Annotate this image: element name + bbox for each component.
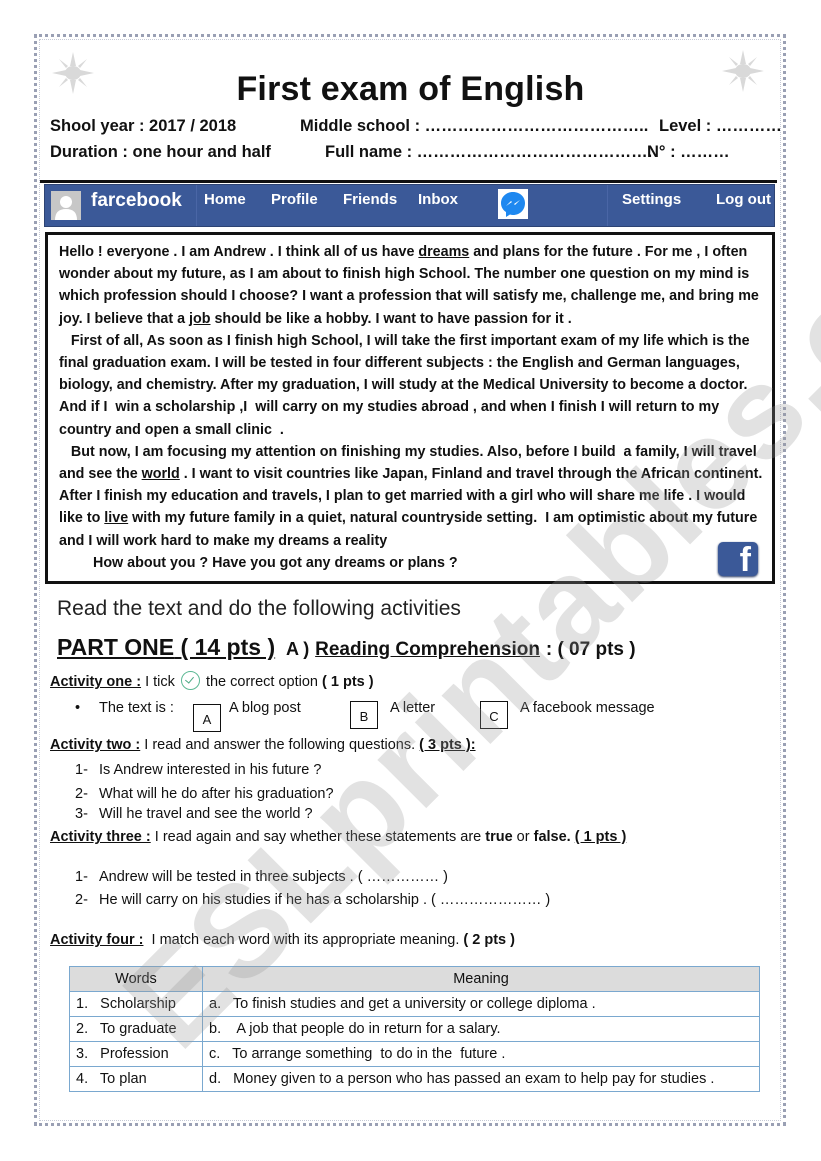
option-box-b[interactable]: B xyxy=(350,701,378,729)
facebook-logo-icon: f xyxy=(718,541,758,579)
meaning-cell: b. A job that people do in return for a … xyxy=(202,1016,760,1042)
question-item: 2- What will he do after his graduation? xyxy=(75,786,334,802)
post-box: Hello ! everyone . I am Andrew . I think… xyxy=(45,232,775,584)
table-row: 3. Profession c. To arrange something to… xyxy=(69,1041,760,1067)
underlined-word: dreams xyxy=(418,244,470,260)
word-cell: 4. To plan xyxy=(69,1066,203,1092)
meaning-cell: a. To finish studies and get a universit… xyxy=(202,991,760,1017)
nav-friends[interactable]: Friends xyxy=(343,191,397,208)
option-box-c[interactable]: C xyxy=(480,701,508,729)
word-cell: 2. To graduate xyxy=(69,1016,203,1042)
full-name-field[interactable]: Full name : ……………………………………. xyxy=(325,143,652,162)
number-field[interactable]: N° : ……… xyxy=(647,143,730,162)
matching-table: Words Meaning 1. Scholarship a. To finis… xyxy=(69,966,760,1092)
nav-settings[interactable]: Settings xyxy=(622,191,681,208)
nav-inbox[interactable]: Inbox xyxy=(418,191,458,208)
underlined-word: job xyxy=(189,310,211,327)
brand-name: farcebook xyxy=(91,190,182,211)
option-c-text: A facebook message xyxy=(520,700,655,716)
option-a-text: A blog post xyxy=(229,700,301,716)
word-cell: 1. Scholarship xyxy=(69,991,203,1017)
level-field[interactable]: Level : ………… xyxy=(659,117,782,136)
activity-two-heading: Activity two : I read and answer the fol… xyxy=(50,737,476,753)
table-row: 4. To plan d. Money given to a person wh… xyxy=(69,1066,760,1092)
nav-home[interactable]: Home xyxy=(204,191,246,208)
statement-item[interactable]: 2- He will carry on his studies if he has… xyxy=(75,892,550,908)
header-words: Words xyxy=(69,966,203,992)
school-year: Shool year : 2017 / 2018 xyxy=(50,117,237,135)
avatar-placeholder-icon xyxy=(51,191,81,220)
header-meaning: Meaning xyxy=(202,966,760,992)
statement-item[interactable]: 1- Andrew will be tested in three subject… xyxy=(75,869,448,885)
word-cell: 3. Profession xyxy=(69,1041,203,1067)
meaning-cell: c. To arrange something to do in the fut… xyxy=(202,1041,760,1067)
instructions: Read the text and do the following activ… xyxy=(57,597,461,620)
meaning-cell: d. Money given to a person who has passe… xyxy=(202,1066,760,1092)
table-row: 1. Scholarship a. To finish studies and … xyxy=(69,991,760,1017)
activity-four-heading: Activity four : I match each word with i… xyxy=(50,932,515,948)
question-item: 1- Is Andrew interested in his future ? xyxy=(75,762,322,778)
facebook-nav-bar: farcebook Home Profile Friends Inbox Set… xyxy=(44,184,775,227)
part-heading: PART ONE ( 14 pts ) A ) Reading Comprehe… xyxy=(57,634,636,660)
question-item: 3- Will he travel and see the world ? xyxy=(75,806,313,822)
post-text: Hello ! everyone . I am Andrew . I think… xyxy=(59,241,767,574)
tick-icon xyxy=(180,671,200,690)
question-stem: The text is : xyxy=(99,700,174,716)
underlined-word: live xyxy=(104,510,129,527)
table-header-row: Words Meaning xyxy=(69,966,760,992)
option-b-text: A letter xyxy=(390,700,436,716)
messenger-icon[interactable] xyxy=(498,189,528,219)
option-box-a[interactable]: A xyxy=(193,704,221,732)
duration: Duration : one hour and half xyxy=(50,143,271,161)
middle-school-field[interactable]: Middle school : ………………………………….. xyxy=(300,117,648,136)
table-row: 2. To graduate b. A job that people do i… xyxy=(69,1016,760,1042)
nav-logout[interactable]: Log out xyxy=(716,191,771,208)
nav-profile[interactable]: Profile xyxy=(271,191,318,208)
activity-three-heading: Activity three : I read again and say wh… xyxy=(50,829,627,845)
paragraph-1: Hello ! everyone . I am Andrew . I think… xyxy=(59,244,759,327)
bullet: • xyxy=(75,700,81,716)
activity-one-heading: Activity one : I tick the correct option… xyxy=(50,671,374,690)
paragraph-2: First of all, As soon as I finish high S… xyxy=(59,332,754,438)
underlined-word: world xyxy=(141,466,180,483)
paragraph-4: How about you ? Have you got any dreams … xyxy=(93,554,458,571)
exam-title: First exam of English xyxy=(236,70,585,108)
paragraph-3: But now, I am focusing my attention on f… xyxy=(59,443,766,549)
